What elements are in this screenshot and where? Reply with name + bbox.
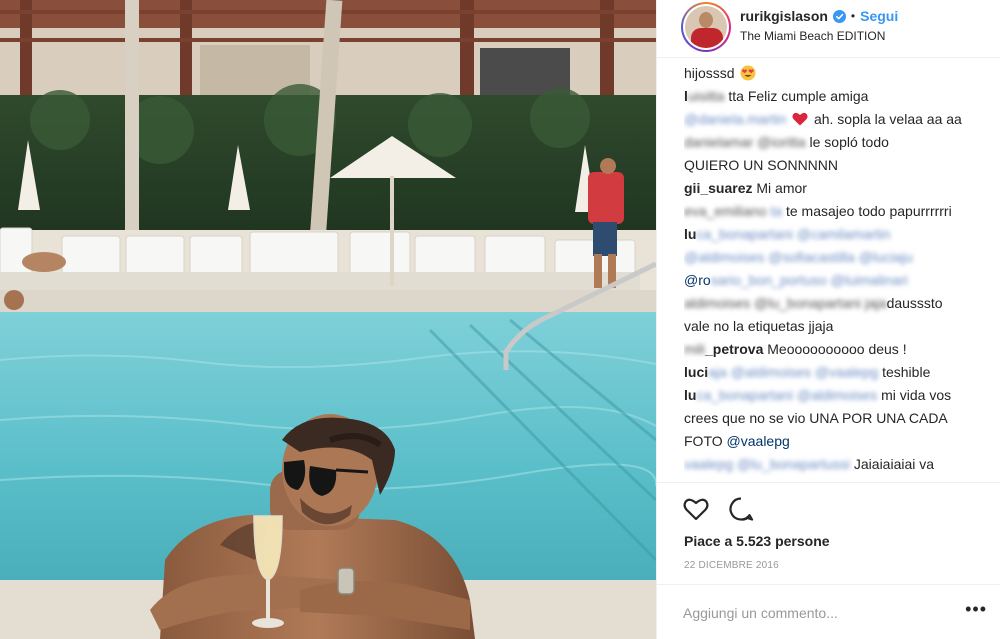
comment-text: le sopló todo — [809, 134, 889, 150]
comment-text: hijosssd — [684, 65, 735, 81]
comment-text: Jaiaiaiaiai va — [853, 456, 935, 472]
avatar[interactable] — [681, 2, 731, 52]
comment-item: luca_bonapartani @camilamartin — [684, 223, 994, 246]
comment-username-blurred: mili — [684, 341, 705, 357]
comment-item: luciaja @aldimoises @vaalepg teshible — [684, 361, 994, 384]
post-date: 22 DICEMBRE 2016 — [684, 560, 779, 571]
comment-username-blurred: @daniela.martin — [684, 111, 787, 127]
add-comment-bar: ••• — [657, 584, 1000, 639]
comment-username-blurred: danielamar @ioritta — [684, 134, 806, 150]
username-link[interactable]: rurikgislason — [740, 8, 828, 24]
comment-username[interactable]: lu — [684, 226, 696, 242]
comment-text: vale no la etiquetas jjaja — [684, 318, 834, 334]
comment-username-blurred: eva_emiliano — [684, 203, 767, 219]
comment-text: te masajeo todo papurrrrrri — [785, 203, 952, 219]
comment-text: QUIERO UN SONNNNN — [684, 157, 839, 173]
comment-text: dausssto — [886, 295, 943, 311]
comment-text-blurred: jaja — [864, 295, 887, 311]
comment-item-continued: @aldimoises @sofiacastilla @luciaju — [684, 246, 994, 269]
comment-mention[interactable]: @ro — [684, 272, 711, 288]
follow-button[interactable]: Segui — [860, 8, 898, 24]
comment-item-continued: @rosario_bon_portuso @luimalinari — [684, 269, 994, 292]
comment-username-blurred: ca_bonapartani @camilamartin — [696, 226, 891, 242]
user-line: rurikgislason • Segui — [740, 7, 898, 25]
comment-text: crees que no se vio UNA POR UNA CADA — [684, 410, 948, 426]
red-heart-emoji-icon — [792, 112, 808, 126]
comment-text: Meoooooooooo deus ! — [767, 341, 907, 357]
location-link[interactable]: The Miami Beach EDITION — [740, 29, 885, 43]
comment-item: @daniela.martin ah. sopla la velaa aa aa — [684, 108, 994, 131]
comment-text-blurred: ta — [770, 203, 783, 219]
more-options-button[interactable]: ••• — [965, 599, 987, 620]
comment-item: eva_emiliano ta te masajeo todo papurrrr… — [684, 200, 994, 223]
comment-text: mi vida vos — [881, 387, 952, 403]
comment-text: teshible — [882, 364, 931, 380]
verified-badge-icon — [832, 9, 846, 23]
post-header: rurikgislason • Segui The Miami Beach ED… — [657, 0, 1000, 58]
heart-outline-icon[interactable] — [682, 495, 710, 523]
comment-item-continued: vale no la etiquetas jjaja — [684, 315, 994, 338]
comment-list[interactable]: hijosssd luisitta tta Feliz cumple amiga… — [684, 62, 994, 482]
comment-text: ah. sopla la velaa aa aa — [813, 111, 962, 127]
comment-username-blurred: ca_bonapartani @aldimoises — [696, 387, 878, 403]
comment-input[interactable] — [683, 602, 953, 624]
likes-count[interactable]: Piace a 5.523 persone — [684, 533, 830, 549]
comment-username-blurred: uisitta — [687, 88, 725, 104]
comment-item: mili_petrova Meoooooooooo deus ! — [684, 338, 994, 361]
post-photo[interactable] — [0, 0, 656, 639]
comment-item: gii_suarez Mi amor — [684, 177, 994, 200]
comment-item-continued: QUIERO UN SONNNNN — [684, 154, 994, 177]
comment-username[interactable]: luci — [684, 364, 708, 380]
comment-item-continued: FOTO @vaalepg — [684, 430, 994, 453]
comment-item-continued: crees que no se vio UNA POR UNA CADA — [684, 407, 994, 430]
comment-username-blurred: aja @aldimoises @vaalepg — [708, 364, 879, 380]
comment-username[interactable]: _petrova — [705, 341, 763, 357]
comment-item: luca_bonapartani @aldimoises mi vida vos — [684, 384, 994, 407]
comment-bubble-icon[interactable] — [727, 495, 755, 523]
comment-username[interactable]: gii_suarez — [684, 180, 752, 196]
comment-text: FOTO — [684, 433, 723, 449]
comment-mentions-blurred: @aldimoises @sofiacastilla @luciaju — [684, 249, 913, 265]
comment-item: luisitta tta Feliz cumple amiga — [684, 85, 994, 108]
comment-username-blurred: aldimoises @lu_bonapartani — [684, 295, 861, 311]
heart-eyes-emoji-icon — [740, 65, 756, 81]
separator-dot: • — [850, 9, 856, 23]
comment-username[interactable]: lu — [684, 387, 696, 403]
post-side-panel: rurikgislason • Segui The Miami Beach ED… — [656, 0, 1000, 639]
comment-mention[interactable]: @vaalepg — [727, 433, 790, 449]
comment-username-blurred: vaalepg @lu_bonapartussi — [684, 456, 850, 472]
comment-item: vaalepg @lu_bonapartussi Jaiaiaiaiai va — [684, 453, 994, 476]
comment-item: danielamar @ioritta le sopló todo — [684, 131, 994, 154]
comment-mentions-blurred: sario_bon_portuso @luimalinari — [710, 272, 908, 288]
post-actions: Piace a 5.523 persone 22 DICEMBRE 2016 — [657, 482, 1000, 582]
comment-text: Mi amor — [756, 180, 807, 196]
comment-item: hijosssd — [684, 62, 994, 85]
comment-text: tta Feliz cumple amiga — [728, 88, 869, 104]
comment-item: aldimoises @lu_bonapartani jajadausssto — [684, 292, 994, 315]
